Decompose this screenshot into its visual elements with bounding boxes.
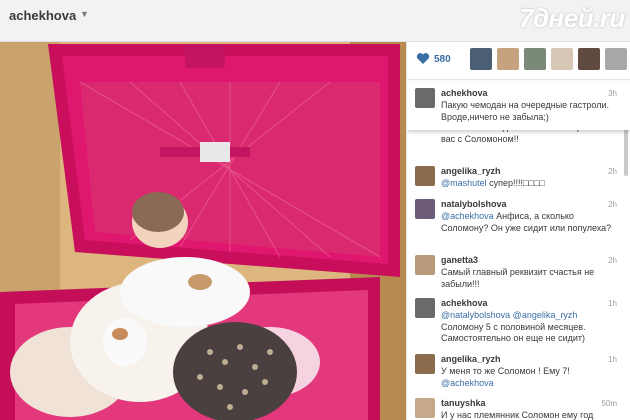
comments-panel: 580 achekhova 3h Пакую чемодан на очеред… <box>406 42 630 420</box>
liker-avatar[interactable] <box>497 48 519 70</box>
comment-author[interactable]: natalybolshova <box>441 199 507 209</box>
comment-time: 1h <box>608 299 617 308</box>
avatar[interactable] <box>415 199 435 219</box>
avatar[interactable] <box>415 255 435 275</box>
comment-author[interactable]: angelika_ryzh <box>441 354 501 364</box>
mention-link[interactable]: @achekhova <box>441 378 494 388</box>
like-count[interactable]: 580 <box>434 54 451 65</box>
comment-time: 2h <box>608 200 617 209</box>
top-bar: achekhova ▼ 7дней.ru <box>0 0 630 42</box>
comment-body: супер!!!!□□□□ <box>486 178 545 188</box>
comment-author[interactable]: achekhova <box>441 298 488 308</box>
comment-author[interactable]: angelika_ryzh <box>441 166 501 176</box>
liker-avatar[interactable] <box>578 48 600 70</box>
comment-text: @natalybolshova @angelika_ryzh Соломону … <box>441 310 621 345</box>
heart-icon[interactable] <box>416 52 430 65</box>
chevron-down-icon[interactable]: ▼ <box>80 9 89 19</box>
liker-avatar[interactable] <box>605 48 627 70</box>
comment-text: У меня то же Соломон ! Ему 7! @achekhova <box>441 366 621 389</box>
caption-time: 3h <box>608 89 617 98</box>
avatar[interactable] <box>415 398 435 418</box>
comment-time: 1h <box>608 355 617 364</box>
likes-row: 580 <box>407 42 630 80</box>
comment-text: @achekhova Анфиса, а сколько Соломону? О… <box>441 211 621 234</box>
liker-avatar[interactable] <box>470 48 492 70</box>
comment-time: 50m <box>601 399 617 408</box>
caption-author[interactable]: achekhova <box>441 88 488 98</box>
caption-text: Пакую чемодан на очередные гастроли. Вро… <box>441 100 609 122</box>
comment-author[interactable]: ganetta3 <box>441 255 478 265</box>
mention-link[interactable]: @achekhova <box>441 211 494 221</box>
comment-text: Самый главный реквизит счастья не забыли… <box>441 267 595 289</box>
comment-text: @mashutel супер!!!!□□□□ <box>441 178 621 190</box>
avatar[interactable] <box>415 354 435 374</box>
liker-avatar[interactable] <box>524 48 546 70</box>
profile-username[interactable]: achekhova <box>9 8 76 23</box>
post-caption: achekhova 3h Пакую чемодан на очередные … <box>407 82 630 130</box>
avatar[interactable] <box>415 88 435 108</box>
avatar[interactable] <box>415 166 435 186</box>
watermark: 7дней.ru <box>519 3 625 33</box>
post-photo[interactable] <box>0 42 406 420</box>
partial-comment-line: вас с Соломоном!! <box>441 133 519 144</box>
comment-time: 2h <box>608 167 617 176</box>
comment-text: И у нас племянник Соломон ему год <box>441 410 594 420</box>
comment-time: 2h <box>608 256 617 265</box>
avatar[interactable] <box>415 298 435 318</box>
photo-illustration <box>0 42 406 420</box>
mention-link[interactable]: @mashutel <box>441 178 487 188</box>
comment-author[interactable]: tanuyshka <box>441 398 486 408</box>
comment-body: Соломону 5 с половиной месяцев. Самостоя… <box>441 321 586 344</box>
liker-avatar[interactable] <box>551 48 573 70</box>
mention-link[interactable]: @natalybolshova @angelika_ryzh <box>441 310 577 320</box>
comment-body: У меня то же Соломон ! Ему 7! <box>441 366 570 376</box>
